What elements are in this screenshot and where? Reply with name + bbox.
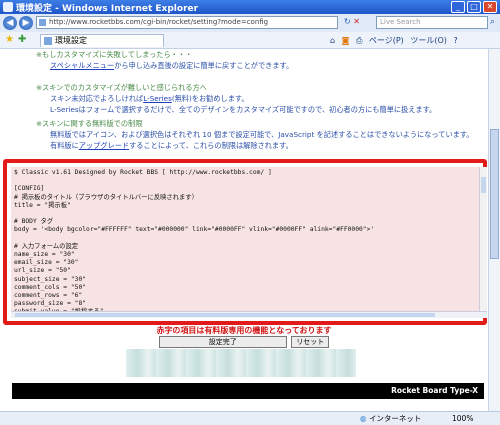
form-buttons: 設定完了 リセット	[0, 336, 488, 348]
page-favicon-icon	[39, 19, 46, 26]
status-bar: ◍ インターネット 100%	[0, 411, 500, 425]
obscured-banner	[126, 349, 356, 377]
add-favorites-icon[interactable]: ✚	[18, 34, 26, 45]
l-series-link[interactable]: L-Series	[143, 94, 172, 103]
zoom-level[interactable]: 100%	[452, 412, 473, 425]
url-input[interactable]: http://www.rocketbbs.com/cgi-bin/rocket/…	[36, 16, 338, 29]
footer-brand: Rocket Board Type-X	[391, 386, 478, 395]
page-menu[interactable]: ページ(P)	[369, 36, 404, 45]
tab-favicon-icon	[44, 37, 52, 45]
skin-info: ※スキンでのカスタマイズが難しいと感じられる方へ スキン未対応でよろしければL-…	[36, 82, 436, 115]
custom-restore-info: ※もしカスタマイズに失敗してしまったら・・・ スペシャルメニューから申し込み直後…	[36, 49, 293, 71]
page-vertical-scrollbar[interactable]	[488, 49, 500, 411]
tab-settings[interactable]: 環境設定	[40, 34, 164, 47]
minimize-button[interactable]: _	[451, 1, 465, 13]
favorites-star-icon[interactable]: ★	[5, 34, 14, 45]
refresh-icon[interactable]: ↻	[344, 17, 351, 26]
limit-info-header: ※スキンに関する無料版での制限	[36, 119, 143, 128]
command-bar: ⌂ ◙ ⎙ ページ(P) ツール(O) ?	[330, 35, 462, 46]
limit-info-line1: 無料版ではアイコン、および選択色はそれぞれ 10 個まで設定可能で、JavaSc…	[50, 130, 474, 139]
home-icon[interactable]: ⌂	[330, 36, 335, 45]
textarea-vertical-scrollbar[interactable]	[479, 167, 487, 311]
limit-info: ※スキンに関する無料版での制限 無料版ではアイコン、および選択色はそれぞれ 10…	[36, 118, 473, 151]
footer-bar: Rocket Board Type-X	[12, 383, 484, 399]
window-titlebar: 環境設定 - Windows Internet Explorer _ □ ✕	[0, 0, 500, 14]
forward-button[interactable]: ▶	[19, 16, 33, 30]
help-icon[interactable]: ?	[453, 36, 457, 45]
custom-restore-header: ※もしカスタマイズに失敗してしまったら・・・	[36, 50, 193, 59]
url-text: http://www.rocketbbs.com/cgi-bin/rocket/…	[49, 18, 269, 26]
tools-menu[interactable]: ツール(O)	[410, 36, 447, 45]
print-icon[interactable]: ⎙	[356, 36, 362, 45]
upgrade-link[interactable]: アップグレード	[79, 141, 129, 150]
tab-label: 環境設定	[55, 36, 87, 45]
search-icon[interactable]: ⌕	[490, 17, 495, 27]
skin-info-header: ※スキンでのカスタマイズが難しいと感じられる方へ	[36, 83, 207, 92]
ie-app-icon	[3, 2, 13, 12]
reset-button[interactable]: リセット	[291, 336, 330, 348]
config-textarea[interactable]: $ Classic v1.61 Designed by Rocket BBS […	[11, 167, 479, 311]
paid-feature-notice: 赤字の項目は有料版専用の機能となっております	[156, 326, 332, 335]
custom-restore-line: スペシャルメニューから申し込み直後の設定に簡単に戻すことができます。	[50, 61, 294, 70]
feeds-icon[interactable]: ◙	[342, 36, 350, 45]
special-menu-link[interactable]: スペシャルメニュー	[50, 61, 114, 70]
stop-icon[interactable]: ✕	[353, 17, 360, 26]
search-placeholder: Live Search	[380, 18, 421, 26]
search-input[interactable]: Live Search	[376, 16, 488, 29]
submit-button[interactable]: 設定完了	[158, 336, 287, 348]
command-toolbar: ★ ✚ 環境設定 ⌂ ◙ ⎙ ページ(P) ツール(O) ?	[0, 32, 500, 49]
globe-icon: ◍	[360, 414, 367, 423]
skin-info-line2: L-Seriesはフォームで選択するだけで、全てのデザインをカスタマイズ可能です…	[50, 105, 437, 114]
maximize-button[interactable]: □	[467, 1, 481, 13]
address-bar: ◀ ▶ http://www.rocketbbs.com/cgi-bin/roc…	[0, 14, 500, 33]
limit-info-line2: 有料版にアップグレードすることによって、これらの制限は解除されます。	[50, 141, 293, 150]
textarea-horizontal-scrollbar[interactable]	[11, 311, 487, 318]
window-title: 環境設定 - Windows Internet Explorer	[16, 4, 199, 14]
skin-info-line1: スキン未対応でよろしければL-Series(無料)をお勧めします。	[50, 94, 249, 103]
security-zone: ◍ インターネット	[360, 414, 422, 423]
close-window-button[interactable]: ✕	[483, 1, 497, 13]
back-button[interactable]: ◀	[3, 16, 17, 30]
config-editor-highlight: $ Classic v1.61 Designed by Rocket BBS […	[3, 159, 487, 325]
address-actions: ↻ ✕	[344, 17, 360, 26]
